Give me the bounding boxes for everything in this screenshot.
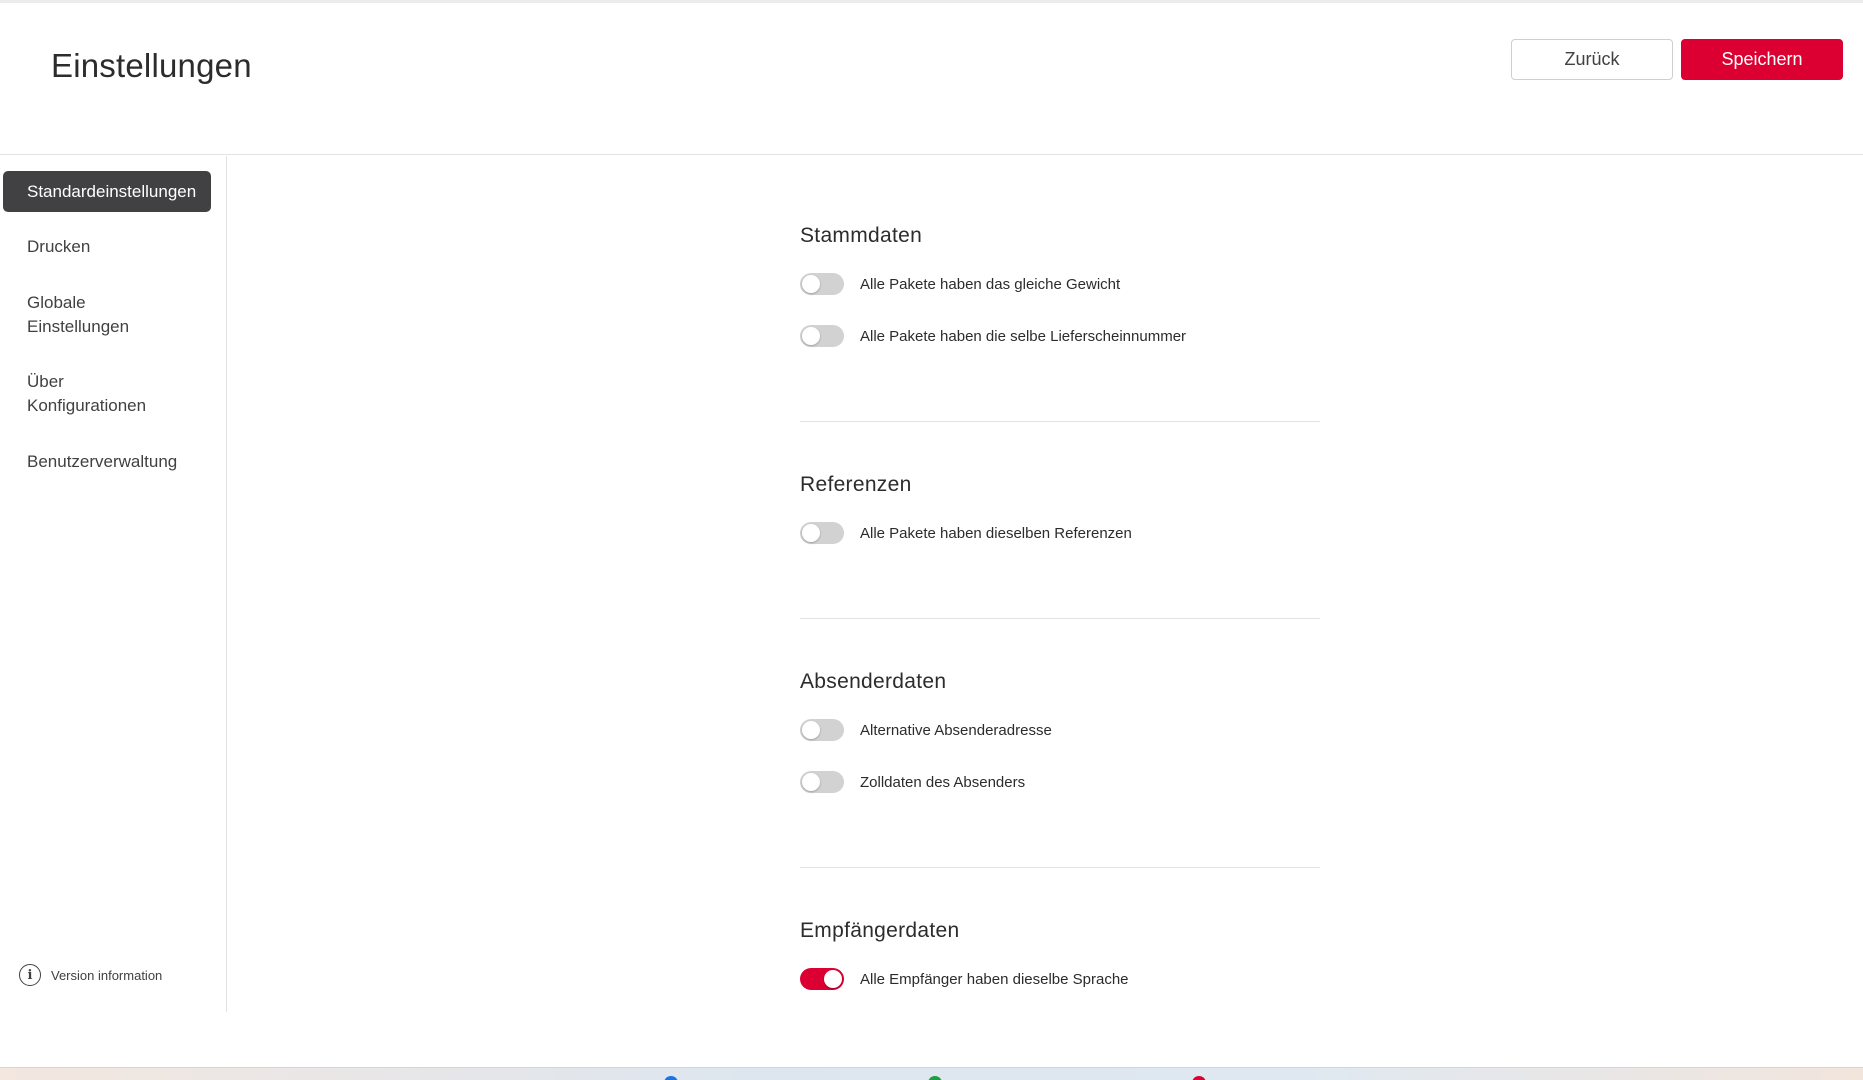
section-title: Referenzen [800, 473, 912, 496]
section-divider [800, 421, 1320, 422]
info-icon: i [19, 964, 41, 986]
toggle-label: Alle Pakete haben das gleiche Gewicht [860, 275, 1121, 293]
sidebar-item-globale-einstellungen[interactable]: Globale Einstellungen [3, 291, 183, 339]
section-divider [800, 618, 1320, 619]
taskbar-app-icon[interactable] [1192, 1076, 1206, 1080]
toggle-row-zolldaten: Zolldaten des Absenders [800, 771, 1025, 793]
toggle-row-lieferscheinnummer: Alle Pakete haben die selbe Lieferschein… [800, 325, 1186, 347]
taskbar-app-icon[interactable] [664, 1076, 678, 1080]
toggle-switch-dieselbe-sprache[interactable] [800, 968, 844, 990]
sidebar-item-benutzerverwaltung[interactable]: Benutzerverwaltung [3, 450, 211, 474]
toggle-knob [824, 970, 842, 988]
toggle-row-alternative-absenderadresse: Alternative Absenderadresse [800, 719, 1052, 741]
toggle-label: Alle Empfänger haben dieselbe Sprache [860, 970, 1129, 988]
toggle-knob [802, 773, 820, 791]
settings-page: Einstellungen Zurück Speichern Standarde… [0, 0, 1863, 1080]
toggle-switch-gleiches-gewicht[interactable] [800, 273, 844, 295]
toggle-row-referenzen: Alle Pakete haben dieselben Referenzen [800, 522, 1132, 544]
version-information-link[interactable]: i Version information [19, 964, 162, 986]
taskbar-app-icon[interactable] [928, 1076, 942, 1080]
section-divider [800, 867, 1320, 868]
toggle-switch-lieferscheinnummer[interactable] [800, 325, 844, 347]
page-title: Einstellungen [51, 47, 252, 84]
toggle-row-gleiches-gewicht: Alle Pakete haben das gleiche Gewicht [800, 273, 1120, 295]
toggle-knob [802, 524, 820, 542]
toggle-switch-zolldaten[interactable] [800, 771, 844, 793]
section-title: Stammdaten [800, 224, 923, 247]
toggle-switch-alternative-absenderadresse[interactable] [800, 719, 844, 741]
section-absenderdaten: Absenderdaten [800, 670, 1320, 694]
section-title: Absenderdaten [800, 670, 947, 693]
section-empfaengerdaten: Empfängerdaten [800, 919, 1320, 943]
sidebar-item-ueber-konfigurationen[interactable]: Über Konfigurationen [3, 370, 183, 418]
section-stammdaten: Stammdaten [800, 224, 1320, 248]
toggle-knob [802, 721, 820, 739]
sidebar-item-drucken[interactable]: Drucken [3, 235, 211, 259]
toggle-label: Zolldaten des Absenders [860, 773, 1026, 791]
save-button[interactable]: Speichern [1681, 39, 1843, 80]
page-header: Einstellungen Zurück Speichern [0, 3, 1863, 155]
section-title: Empfängerdaten [800, 919, 960, 942]
toggle-row-dieselbe-sprache: Alle Empfänger haben dieselbe Sprache [800, 968, 1129, 990]
version-information-label: Version information [51, 967, 163, 983]
toggle-switch-referenzen[interactable] [800, 522, 844, 544]
toggle-label: Alternative Absenderadresse [860, 721, 1052, 739]
back-button[interactable]: Zurück [1511, 39, 1673, 80]
toggle-knob [802, 275, 820, 293]
taskbar [0, 1067, 1863, 1080]
sidebar: Standardeinstellungen Drucken Globale Ei… [0, 156, 227, 1012]
section-referenzen: Referenzen [800, 473, 1320, 497]
sidebar-item-standardeinstellungen[interactable]: Standardeinstellungen [3, 171, 211, 212]
toggle-label: Alle Pakete haben dieselben Referenzen [860, 524, 1132, 542]
toggle-knob [802, 327, 820, 345]
toggle-label: Alle Pakete haben die selbe Lieferschein… [860, 327, 1187, 345]
